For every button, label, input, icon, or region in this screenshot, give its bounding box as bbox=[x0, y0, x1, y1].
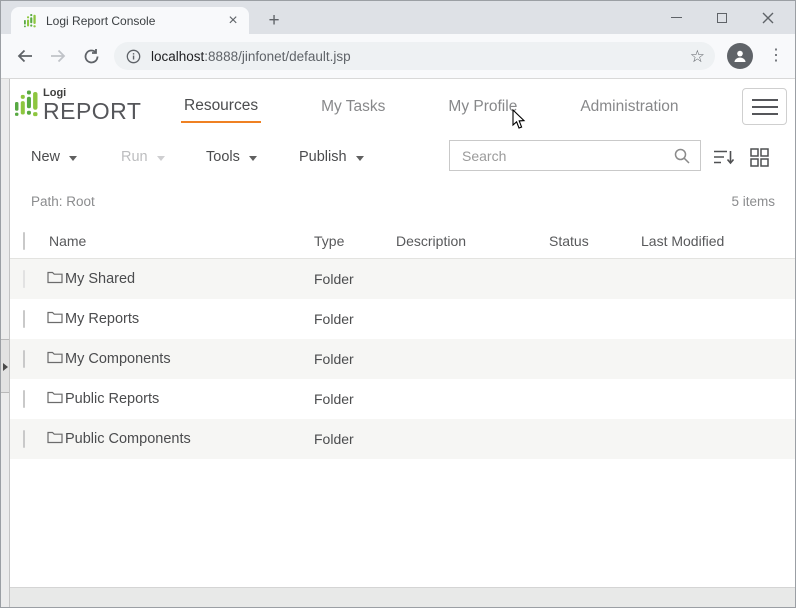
bookmark-star-icon[interactable]: ☆ bbox=[690, 48, 705, 65]
folder-icon bbox=[47, 430, 63, 448]
resource-type: Folder bbox=[314, 271, 396, 287]
column-header-type[interactable]: Type bbox=[314, 233, 396, 249]
logi-favicon-icon bbox=[23, 13, 38, 28]
resource-name[interactable]: My Components bbox=[65, 351, 171, 367]
search-icon[interactable] bbox=[674, 148, 690, 164]
folder-icon bbox=[47, 310, 63, 328]
path-bar: Path: Root 5 items bbox=[1, 179, 795, 223]
browser-tab[interactable]: Logi Report Console × bbox=[11, 7, 249, 34]
caret-down-icon bbox=[69, 156, 77, 161]
browser-menu-icon[interactable]: ⋮ bbox=[767, 48, 785, 64]
row-checkbox[interactable] bbox=[23, 350, 25, 368]
resource-type: Folder bbox=[314, 311, 396, 327]
browser-window: Logi Report Console × + localhost:8888/j… bbox=[0, 0, 796, 608]
search-input[interactable] bbox=[450, 141, 674, 170]
run-menu: Run bbox=[121, 145, 165, 169]
select-all-checkbox[interactable] bbox=[23, 232, 25, 250]
status-footer bbox=[1, 587, 795, 607]
logi-report-console: Logi REPORT Resources My Tasks My Profil… bbox=[1, 79, 795, 607]
url-text[interactable]: localhost:8888/jinfonet/default.jsp bbox=[151, 49, 690, 64]
tab-close-icon[interactable]: × bbox=[225, 13, 241, 29]
logo-word-report: REPORT bbox=[43, 100, 141, 123]
panel-expander-handle[interactable] bbox=[1, 339, 9, 393]
resource-table: Name Type Description Status Last Modifi… bbox=[1, 223, 795, 587]
app-header: Logi REPORT Resources My Tasks My Profil… bbox=[1, 79, 795, 135]
nav-tab-resources[interactable]: Resources bbox=[181, 91, 261, 123]
logo-bars-icon bbox=[15, 88, 40, 123]
column-header-description[interactable]: Description bbox=[396, 233, 549, 249]
new-tab-button[interactable]: + bbox=[261, 8, 287, 34]
caret-down-icon bbox=[249, 156, 257, 161]
column-header-last-modified[interactable]: Last Modified bbox=[641, 233, 775, 249]
browser-toolbar: localhost:8888/jinfonet/default.jsp ☆ ⋮ bbox=[1, 34, 795, 79]
current-path: Path: Root bbox=[31, 194, 95, 209]
row-checkbox[interactable] bbox=[23, 310, 25, 328]
grid-view-icon[interactable] bbox=[748, 146, 770, 168]
sort-order-icon[interactable] bbox=[712, 146, 734, 168]
site-info-icon[interactable] bbox=[126, 49, 141, 64]
table-header: Name Type Description Status Last Modifi… bbox=[1, 223, 795, 259]
resource-name[interactable]: My Shared bbox=[65, 271, 135, 287]
row-checkbox[interactable] bbox=[23, 390, 25, 408]
resource-name[interactable]: Public Reports bbox=[65, 391, 159, 407]
profile-avatar[interactable] bbox=[727, 43, 753, 69]
action-menubar: New Run Tools Publish bbox=[1, 135, 795, 179]
panel-expander-strip bbox=[1, 79, 10, 607]
folder-icon bbox=[47, 390, 63, 408]
publish-menu[interactable]: Publish bbox=[299, 145, 364, 169]
table-row[interactable]: Public Components Folder bbox=[1, 419, 795, 459]
table-row[interactable]: My Shared Folder bbox=[1, 259, 795, 299]
folder-icon bbox=[47, 350, 63, 368]
caret-down-icon bbox=[356, 156, 364, 161]
tools-menu[interactable]: Tools bbox=[206, 145, 257, 169]
resource-type: Folder bbox=[314, 391, 396, 407]
caret-down-icon bbox=[157, 156, 165, 161]
nav-tab-my-profile[interactable]: My Profile bbox=[445, 92, 520, 122]
expand-right-icon bbox=[3, 363, 8, 371]
resource-type: Folder bbox=[314, 431, 396, 447]
main-nav: Resources My Tasks My Profile Administra… bbox=[181, 79, 682, 135]
column-header-status[interactable]: Status bbox=[549, 233, 641, 249]
row-checkbox[interactable] bbox=[23, 430, 25, 448]
nav-tab-administration[interactable]: Administration bbox=[577, 92, 681, 122]
back-icon[interactable] bbox=[15, 46, 35, 66]
browser-titlebar: Logi Report Console × + bbox=[1, 1, 795, 34]
minimize-icon[interactable] bbox=[661, 1, 691, 34]
window-close-icon[interactable] bbox=[753, 1, 783, 34]
folder-icon bbox=[47, 270, 63, 288]
nav-tab-my-tasks[interactable]: My Tasks bbox=[318, 92, 388, 122]
tab-title: Logi Report Console bbox=[46, 14, 225, 28]
reload-icon[interactable] bbox=[81, 46, 101, 66]
maximize-icon[interactable] bbox=[707, 1, 737, 34]
resource-name[interactable]: My Reports bbox=[65, 311, 139, 327]
resource-type: Folder bbox=[314, 351, 396, 367]
forward-icon bbox=[48, 46, 68, 66]
items-count: 5 items bbox=[731, 194, 775, 209]
new-menu[interactable]: New bbox=[31, 145, 77, 169]
row-checkbox bbox=[23, 270, 25, 288]
logi-report-logo: Logi REPORT bbox=[15, 88, 141, 123]
hamburger-menu-button[interactable] bbox=[742, 88, 787, 125]
table-row[interactable]: Public Reports Folder bbox=[1, 379, 795, 419]
window-controls bbox=[661, 1, 783, 34]
table-row[interactable]: My Components Folder bbox=[1, 339, 795, 379]
search-box bbox=[449, 140, 701, 171]
address-bar[interactable]: localhost:8888/jinfonet/default.jsp ☆ bbox=[114, 42, 715, 70]
resource-name[interactable]: Public Components bbox=[65, 431, 191, 447]
table-row[interactable]: My Reports Folder bbox=[1, 299, 795, 339]
column-header-name[interactable]: Name bbox=[47, 233, 314, 249]
